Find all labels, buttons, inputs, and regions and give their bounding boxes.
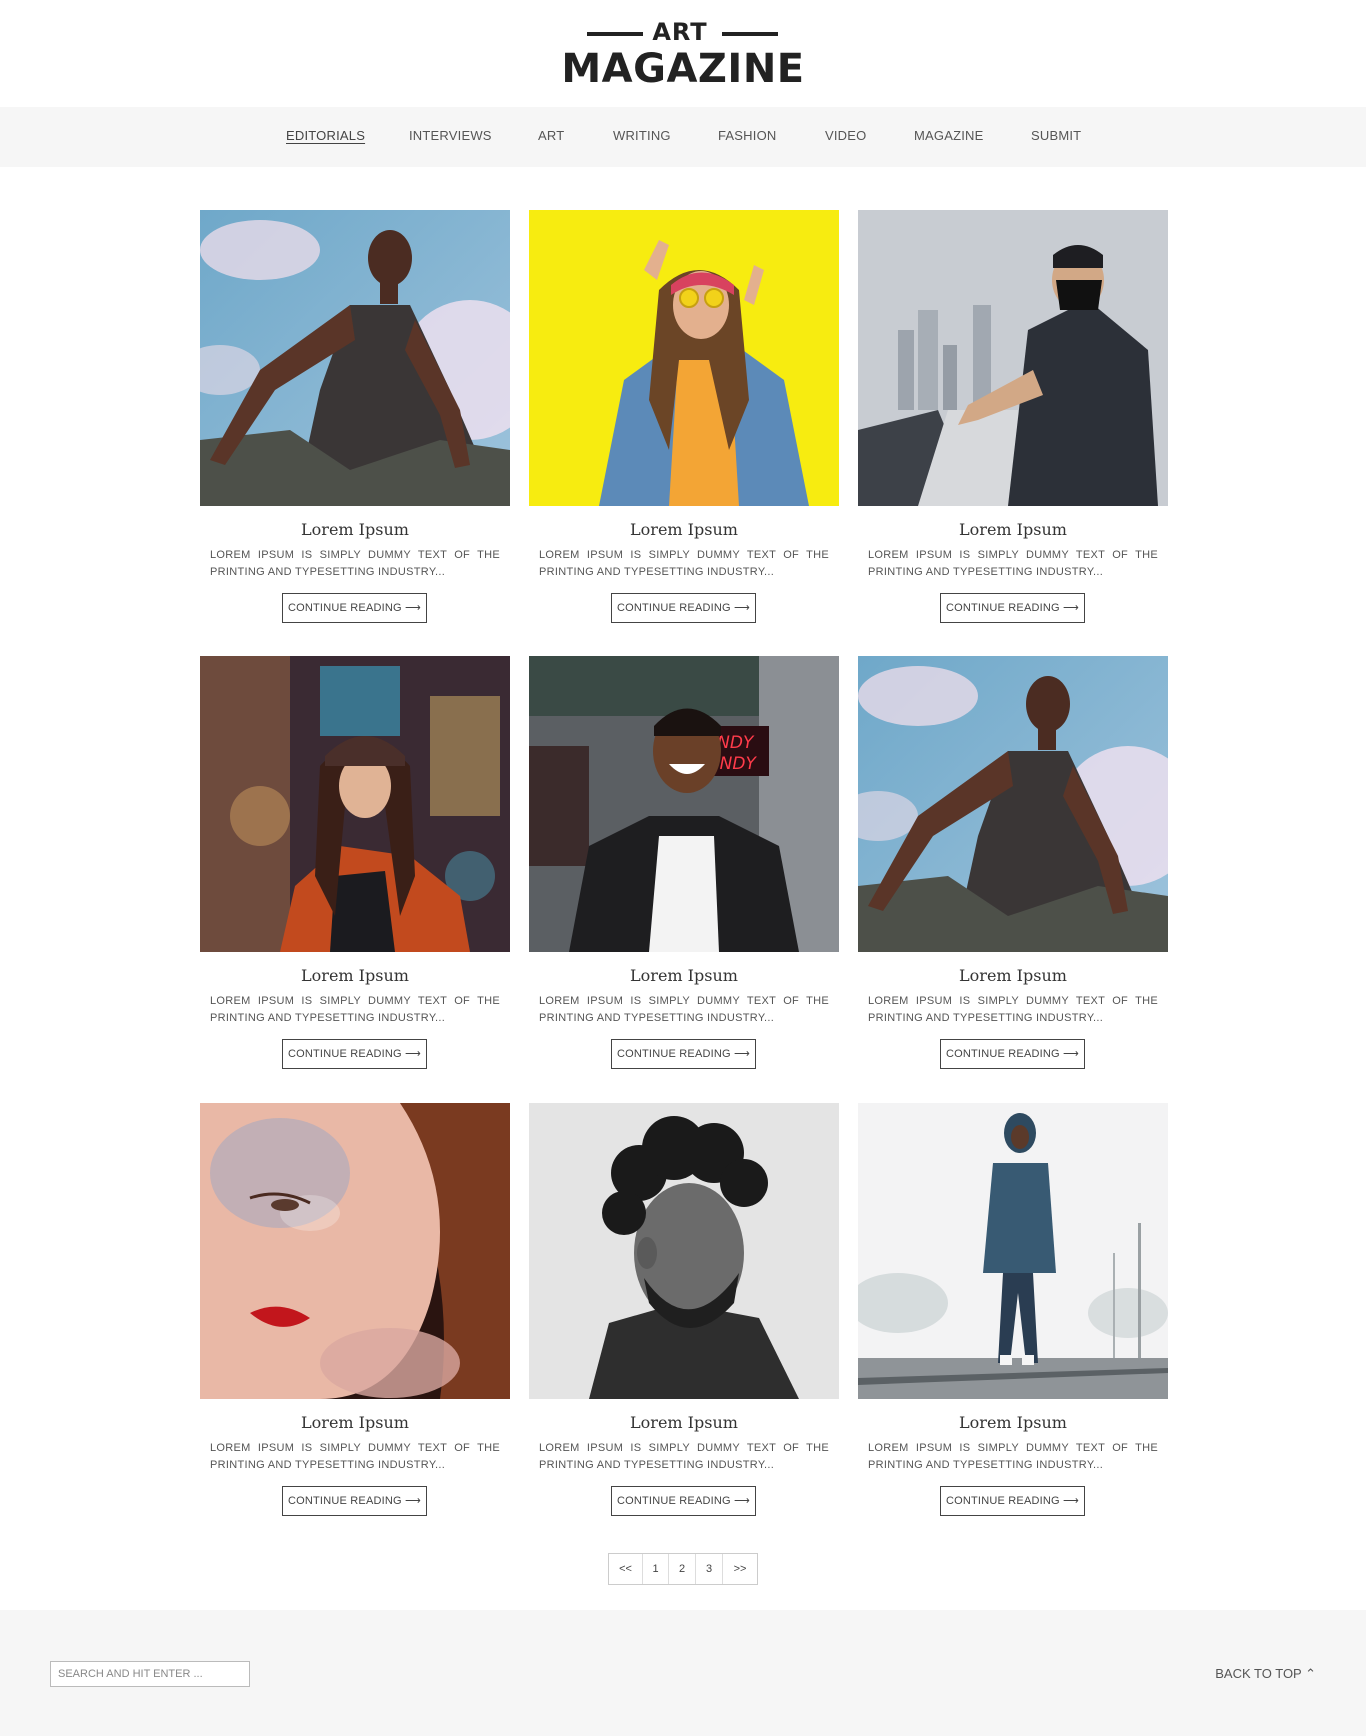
logo-art-text: ART [652,18,708,46]
logo-magazine-text: MAGAZINE [561,46,805,92]
post-title[interactable]: Lorem Ipsum [200,966,510,985]
post-card: Lorem Ipsum LOREM IPSUM IS SIMPLY DUMMY … [858,656,1168,1081]
post-card: Lorem Ipsum LOREM IPSUM IS SIMPLY DUMMY … [529,1103,839,1528]
continue-reading-button[interactable]: CONTINUE READING ⟶ [940,1486,1085,1516]
post-title[interactable]: Lorem Ipsum [529,966,839,985]
post-title[interactable]: Lorem Ipsum [200,520,510,539]
pagination-prev-button[interactable]: << [609,1554,643,1584]
post-image-man-walking-rail[interactable] [858,1103,1168,1399]
post-title[interactable]: Lorem Ipsum [200,1413,510,1432]
search-input[interactable] [50,1661,250,1687]
logo-rule-right [722,32,778,36]
main-nav: EDITORIALS INTERVIEWS ART WRITING FASHIO… [0,107,1366,167]
post-image-bw-curly-hair-man[interactable] [529,1103,839,1399]
nav-item-art[interactable]: ART [538,128,564,143]
post-excerpt: LOREM IPSUM IS SIMPLY DUMMY TEXT OF THE … [210,995,500,1024]
post-title[interactable]: Lorem Ipsum [529,520,839,539]
post-card: Lorem Ipsum LOREM IPSUM IS SIMPLY DUMMY … [529,210,839,635]
continue-reading-button[interactable]: CONTINUE READING ⟶ [282,593,427,623]
post-image-woman-sitting-sky[interactable] [858,656,1168,952]
post-image-smiling-man-neon-sign[interactable]: RENDY WENDY [529,656,839,952]
post-card: RENDY WENDY Lorem Ipsum LOREM IPSUM IS S… [529,656,839,1081]
post-image-masked-man-city[interactable] [858,210,1168,506]
post-card: Lorem Ipsum LOREM IPSUM IS SIMPLY DUMMY … [200,656,510,1081]
site-logo[interactable]: ART MAGAZINE [0,0,1366,107]
post-image-woman-sitting-sky[interactable] [200,210,510,506]
nav-item-submit[interactable]: SUBMIT [1031,128,1081,143]
continue-reading-button[interactable]: CONTINUE READING ⟶ [940,1039,1085,1069]
logo-rule-left [587,32,643,36]
pagination-page-3[interactable]: 3 [696,1554,723,1584]
post-excerpt: LOREM IPSUM IS SIMPLY DUMMY TEXT OF THE … [210,549,500,578]
post-excerpt: LOREM IPSUM IS SIMPLY DUMMY TEXT OF THE … [868,995,1158,1024]
back-to-top-link[interactable]: BACK TO TOP ⌃ [1215,1666,1316,1682]
pagination-page-2[interactable]: 2 [669,1554,696,1584]
post-image-woman-denim-yellow[interactable] [529,210,839,506]
post-title[interactable]: Lorem Ipsum [858,1413,1168,1432]
post-card: Lorem Ipsum LOREM IPSUM IS SIMPLY DUMMY … [858,1103,1168,1528]
continue-reading-button[interactable]: CONTINUE READING ⟶ [611,1039,756,1069]
post-card: Lorem Ipsum LOREM IPSUM IS SIMPLY DUMMY … [858,210,1168,635]
post-excerpt: LOREM IPSUM IS SIMPLY DUMMY TEXT OF THE … [539,995,829,1024]
post-title[interactable]: Lorem Ipsum [529,1413,839,1432]
post-title[interactable]: Lorem Ipsum [858,520,1168,539]
nav-item-interviews[interactable]: INTERVIEWS [409,128,492,143]
continue-reading-button[interactable]: CONTINUE READING ⟶ [282,1486,427,1516]
pagination-page-1[interactable]: 1 [643,1554,669,1584]
nav-item-magazine[interactable]: MAGAZINE [914,128,984,143]
footer: BACK TO TOP ⌃ [0,1610,1366,1736]
continue-reading-button[interactable]: CONTINUE READING ⟶ [940,593,1085,623]
post-excerpt: LOREM IPSUM IS SIMPLY DUMMY TEXT OF THE … [868,549,1158,578]
post-title[interactable]: Lorem Ipsum [858,966,1168,985]
nav-item-fashion[interactable]: FASHION [718,128,776,143]
post-excerpt: LOREM IPSUM IS SIMPLY DUMMY TEXT OF THE … [868,1442,1158,1471]
nav-item-editorials[interactable]: EDITORIALS [286,128,365,143]
nav-item-video[interactable]: VIDEO [825,128,866,143]
continue-reading-button[interactable]: CONTINUE READING ⟶ [611,593,756,623]
post-card: Lorem Ipsum LOREM IPSUM IS SIMPLY DUMMY … [200,1103,510,1528]
post-excerpt: LOREM IPSUM IS SIMPLY DUMMY TEXT OF THE … [539,549,829,578]
pagination-next-button[interactable]: >> [723,1554,757,1584]
post-excerpt: LOREM IPSUM IS SIMPLY DUMMY TEXT OF THE … [539,1442,829,1471]
post-card: Lorem Ipsum LOREM IPSUM IS SIMPLY DUMMY … [200,210,510,635]
post-image-glitter-face-portrait[interactable] [200,1103,510,1399]
pagination: << 1 2 3 >> [608,1553,758,1585]
continue-reading-button[interactable]: CONTINUE READING ⟶ [282,1039,427,1069]
continue-reading-button[interactable]: CONTINUE READING ⟶ [611,1486,756,1516]
nav-item-writing[interactable]: WRITING [613,128,671,143]
post-excerpt: LOREM IPSUM IS SIMPLY DUMMY TEXT OF THE … [210,1442,500,1471]
post-image-woman-neon-street[interactable] [200,656,510,952]
